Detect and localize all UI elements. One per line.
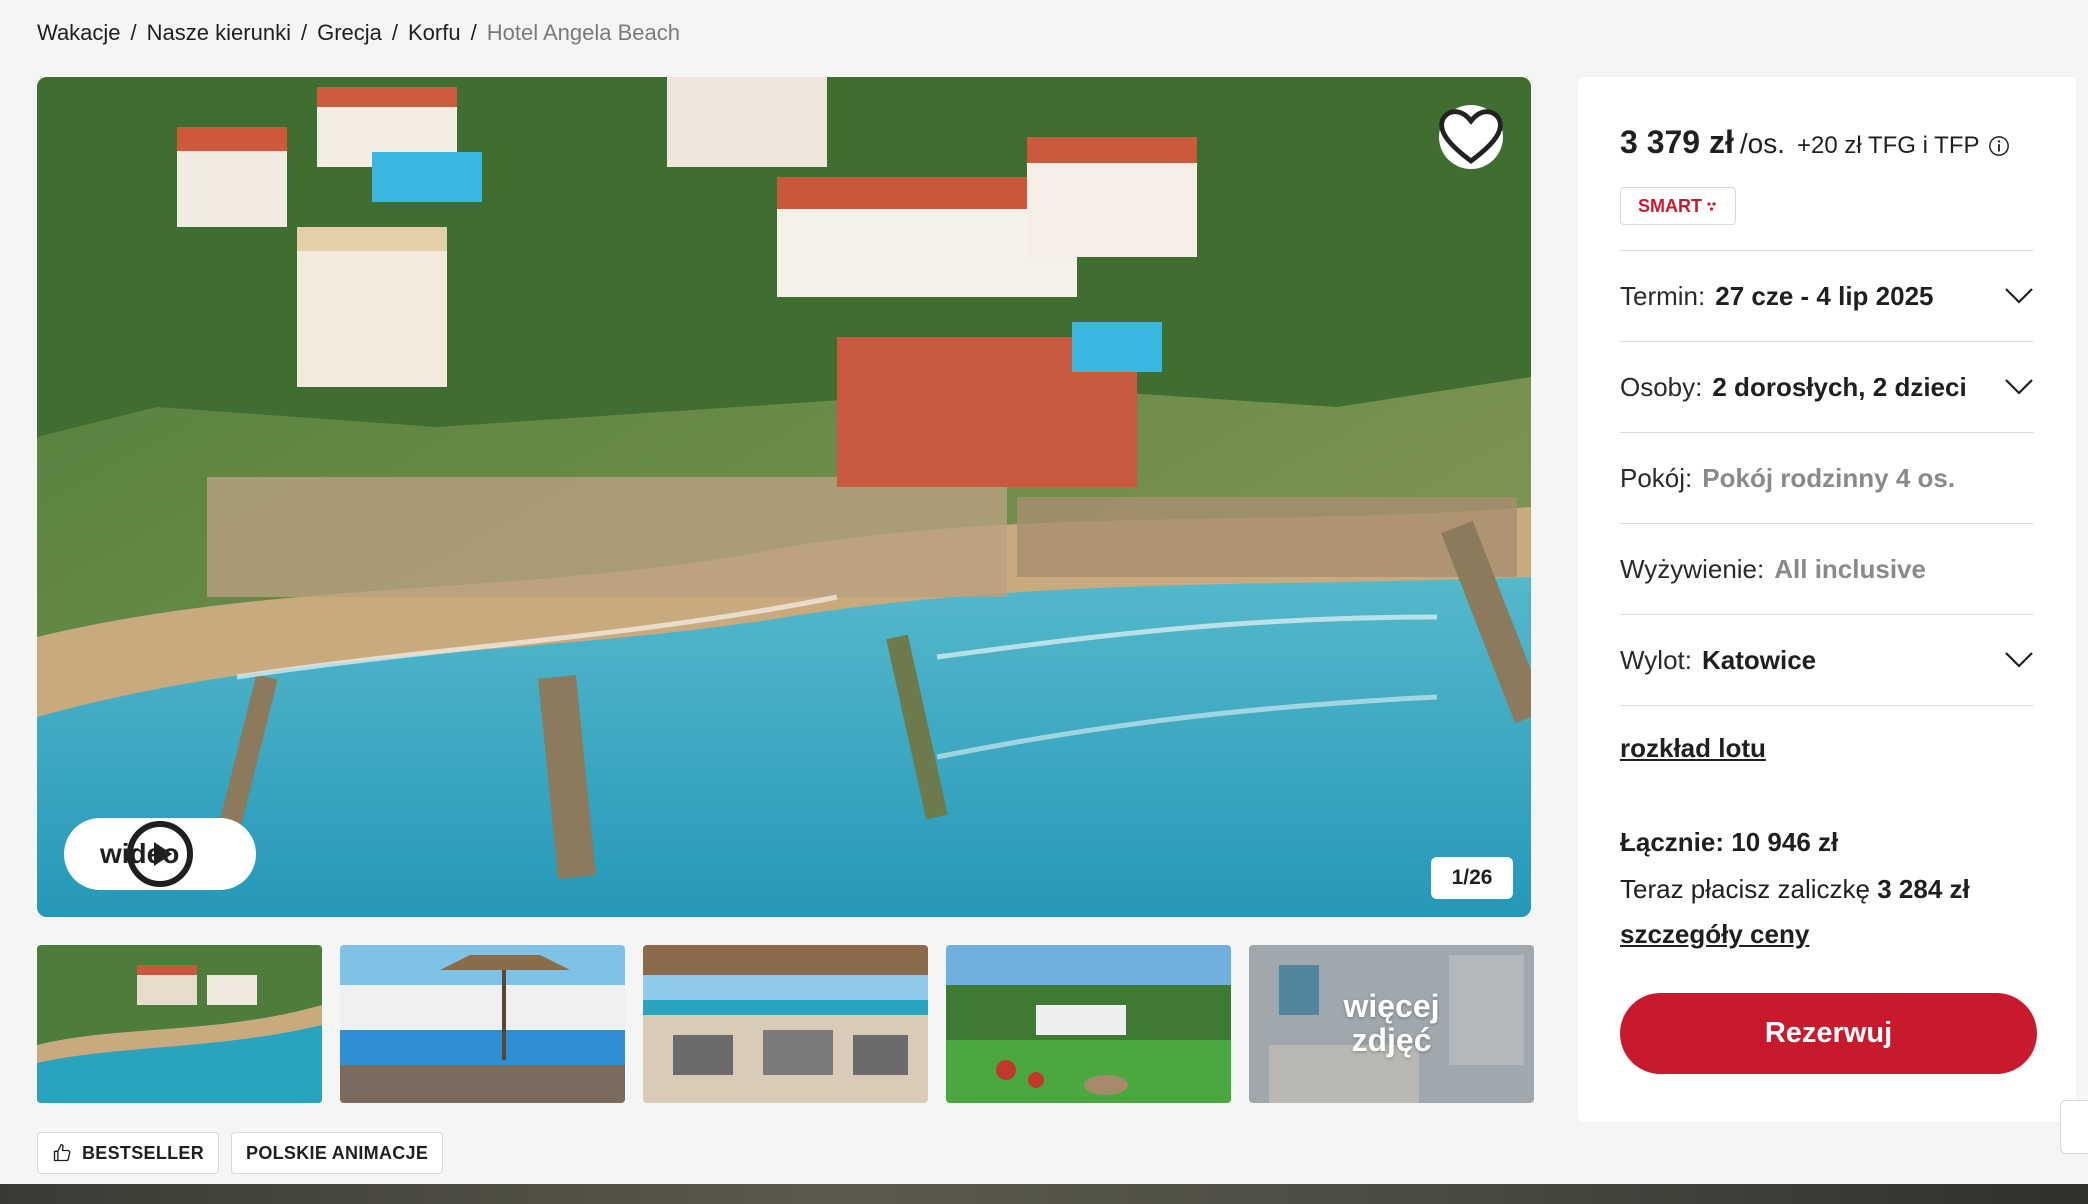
field-termin[interactable]: Termin: 27 cze - 4 lip 2025 bbox=[1620, 251, 2034, 342]
breadcrumb-current: Hotel Angela Beach bbox=[486, 20, 680, 45]
tag-label: BESTSELLER bbox=[82, 1142, 205, 1163]
thumbnail-more-photos[interactable]: więcej zdjęć bbox=[1249, 945, 1534, 1103]
field-label: Wylot: bbox=[1620, 644, 1692, 675]
thumbnail-strip: więcej zdjęć bbox=[37, 945, 1534, 1103]
breadcrumb-separator: / bbox=[470, 20, 477, 45]
heart-icon bbox=[1439, 109, 1503, 165]
field-label: Osoby: bbox=[1620, 371, 1703, 402]
price-per-person: 3 379 zł bbox=[1620, 124, 1734, 160]
main-gallery-image[interactable]: wideo 1/26 bbox=[37, 77, 1531, 917]
image-counter: 1/26 bbox=[1431, 857, 1513, 899]
thumbs-up-icon bbox=[53, 1144, 71, 1162]
hotel-tags: BESTSELLER POLSKIE ANIMACJE bbox=[37, 1132, 444, 1174]
favorite-button[interactable] bbox=[1439, 105, 1503, 169]
price-extra-fees: +20 zł TFG i TFP bbox=[1797, 132, 2010, 160]
chevron-down-icon bbox=[2005, 379, 2033, 395]
field-label: Wyżywienie: bbox=[1620, 553, 1765, 584]
video-button[interactable]: wideo bbox=[64, 818, 256, 890]
thumbnail-garden-lawn[interactable] bbox=[946, 945, 1231, 1103]
booking-panel: 3 379 zł /os. +20 zł TFG i TFP SMART Ter… bbox=[1578, 77, 2076, 1122]
field-value: 2 dorosłych, 2 dzieci bbox=[1712, 371, 1967, 402]
play-circle-icon bbox=[127, 821, 193, 887]
per-person-unit: /os. bbox=[1739, 128, 1785, 159]
breadcrumb-item-grecja[interactable]: Grecja bbox=[317, 20, 382, 46]
breadcrumb-separator: / bbox=[391, 20, 398, 45]
info-icon[interactable] bbox=[1988, 135, 2010, 157]
deposit-value: 3 284 zł bbox=[1877, 874, 1970, 904]
field-pokoj: Pokój: Pokój rodzinny 4 os. bbox=[1620, 433, 2034, 524]
reserve-button[interactable]: Rezerwuj bbox=[1620, 993, 2037, 1074]
price-summary: Łącznie: 10 946 zł Teraz płacisz zaliczk… bbox=[1620, 827, 2034, 950]
thumbnail-pool-umbrellas[interactable] bbox=[340, 945, 625, 1103]
field-wyzywienie: Wyżywienie: All inclusive bbox=[1620, 524, 2034, 615]
tag-polskie-animacje: POLSKIE ANIMACJE bbox=[231, 1132, 444, 1174]
thumbnail-aerial-resort[interactable] bbox=[37, 945, 322, 1103]
field-value: 27 cze - 4 lip 2025 bbox=[1715, 280, 1934, 311]
thumbnail-restaurant-terrace[interactable] bbox=[643, 945, 928, 1103]
breadcrumb-separator: / bbox=[130, 20, 137, 45]
price-extra-label: +20 zł TFG i TFP bbox=[1797, 132, 1980, 159]
smart-dots-icon bbox=[1707, 202, 1716, 211]
flight-schedule-link[interactable]: rozkład lotu bbox=[1620, 733, 1766, 764]
field-label: Pokój: bbox=[1620, 462, 1693, 493]
breadcrumb: Wakacje / Nasze kierunki / Grecja / Korf… bbox=[37, 20, 680, 46]
field-value: Katowice bbox=[1702, 644, 1817, 675]
price-row: 3 379 zł /os. +20 zł TFG i TFP bbox=[1620, 124, 2034, 161]
field-value: All inclusive bbox=[1774, 553, 1926, 584]
breadcrumb-item-wakacje[interactable]: Wakacje bbox=[37, 20, 121, 46]
breadcrumb-separator: / bbox=[300, 20, 308, 45]
side-feedback-tab[interactable] bbox=[2060, 1100, 2088, 1154]
chevron-down-icon bbox=[2005, 652, 2033, 668]
chevron-down-icon bbox=[2005, 288, 2033, 304]
total-price: Łącznie: 10 946 zł bbox=[1620, 827, 1839, 857]
field-osoby[interactable]: Osoby: 2 dorosłych, 2 dzieci bbox=[1620, 342, 2034, 433]
more-photos-label: więcej zdjęć bbox=[1343, 988, 1440, 1058]
smart-badge-label: SMART bbox=[1638, 195, 1702, 216]
deposit-text: Teraz płacisz zaliczkę bbox=[1620, 874, 1870, 904]
smart-badge: SMART bbox=[1620, 187, 1736, 225]
tag-bestseller: BESTSELLER bbox=[37, 1132, 220, 1174]
price-details-link[interactable]: szczegóły ceny bbox=[1620, 919, 1809, 950]
bottom-image-strip bbox=[0, 1184, 2088, 1204]
field-label: Termin: bbox=[1620, 280, 1706, 311]
tag-label: POLSKIE ANIMACJE bbox=[246, 1142, 429, 1163]
field-wylot[interactable]: Wylot: Katowice bbox=[1620, 615, 2034, 706]
resort-aerial-photo bbox=[37, 77, 1531, 917]
deposit-line: Teraz płacisz zaliczkę 3 284 zł bbox=[1620, 874, 2034, 905]
breadcrumb-item-nasze-kierunki[interactable]: Nasze kierunki bbox=[147, 20, 291, 46]
field-value: Pokój rodzinny 4 os. bbox=[1702, 462, 1956, 493]
breadcrumb-item-korfu[interactable]: Korfu bbox=[408, 20, 461, 46]
